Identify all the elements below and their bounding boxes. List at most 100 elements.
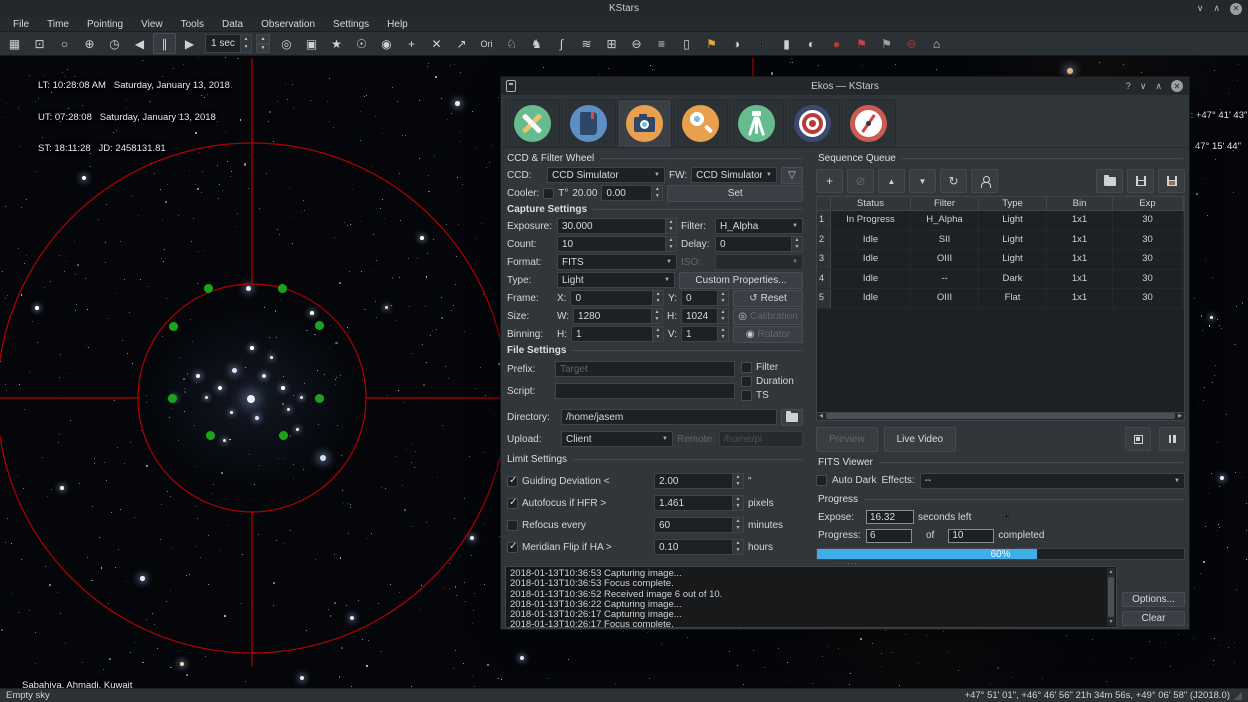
- menu-item[interactable]: Settings: [324, 17, 378, 32]
- autofocus-hfr-checkbox[interactable]: [507, 498, 518, 509]
- spinner-arrows[interactable]: ▲▼: [240, 35, 251, 52]
- menu-item[interactable]: File: [4, 17, 38, 32]
- column-header[interactable]: Status: [831, 197, 911, 210]
- sequence-row[interactable]: 5 Idle OIII Flat 1x1 30: [817, 289, 1184, 309]
- binning-v-spinbox[interactable]: 1 ▲▼: [681, 326, 729, 342]
- move-down-button[interactable]: ▼: [909, 169, 936, 193]
- scheduler-tab[interactable]: [561, 99, 616, 147]
- filter-manager-button[interactable]: ▽: [781, 167, 803, 184]
- delay-spinbox[interactable]: 0 ▲▼: [715, 236, 803, 252]
- menu-item[interactable]: View: [132, 17, 172, 32]
- save-sequence-button[interactable]: [1127, 169, 1154, 193]
- column-header[interactable]: Exp: [1113, 197, 1183, 210]
- effects-select[interactable]: --▼: [920, 473, 1185, 489]
- menu-item[interactable]: Time: [38, 17, 78, 32]
- sequence-row[interactable]: 3 Idle OIII Light 1x1 30: [817, 250, 1184, 270]
- night-vision-icon[interactable]: ⊕: [750, 33, 773, 54]
- solar-system-icon[interactable]: ☉: [350, 33, 373, 54]
- auto-dark-checkbox[interactable]: [816, 475, 827, 486]
- refocus-every-checkbox[interactable]: [507, 520, 518, 531]
- spinner-arrows[interactable]: ▲▼: [665, 237, 676, 251]
- frame-x-spinbox[interactable]: 0 ▲▼: [570, 290, 664, 306]
- whats-up-tonight-icon[interactable]: ⚑: [700, 33, 723, 54]
- prefix-ts-checkbox[interactable]: [741, 390, 752, 401]
- spinner-arrows[interactable]: ▲▼: [732, 474, 743, 488]
- size-w-spinbox[interactable]: 1280 ▲▼: [573, 308, 663, 324]
- time-step-spinbox[interactable]: 1 sec▲▼: [205, 34, 252, 53]
- prefix-filter-checkbox[interactable]: [741, 362, 752, 373]
- sequence-row[interactable]: 4 Idle -- Dark 1x1 30: [817, 270, 1184, 290]
- comets-icon[interactable]: ✕: [425, 33, 448, 54]
- spinner-arrows[interactable]: ▲▼: [652, 327, 663, 341]
- clear-log-button[interactable]: Clear: [1122, 611, 1185, 626]
- constellation-art2-icon[interactable]: ♞: [525, 33, 548, 54]
- count-spinbox[interactable]: 10 ▲▼: [557, 236, 677, 252]
- sequence-row[interactable]: 1 In Progress H_Alpha Light 1x1 30: [817, 211, 1184, 231]
- dome-icon[interactable]: ⌂: [925, 33, 948, 54]
- save-as-sequence-button[interactable]: [1158, 169, 1185, 193]
- gray-flag-icon[interactable]: ⚑: [875, 33, 898, 54]
- prefix-input[interactable]: Target: [555, 361, 735, 377]
- type-select[interactable]: Light▼: [557, 272, 675, 288]
- options-button[interactable]: Options...: [1122, 592, 1185, 607]
- ccd-select[interactable]: CCD Simulator▼: [547, 167, 665, 183]
- cooler-checkbox[interactable]: [543, 188, 554, 199]
- ekos-titlebar[interactable]: Ekos — KStars ? ∨ ∧ ✕: [501, 77, 1189, 95]
- exposure-spinbox[interactable]: 30.000 ▲▼: [557, 218, 677, 234]
- time-now-icon[interactable]: ◷: [103, 33, 126, 54]
- custom-properties-button[interactable]: Custom Properties...: [679, 272, 803, 289]
- upload-select[interactable]: Client▼: [561, 431, 673, 447]
- format-select[interactable]: FITS▼: [557, 254, 677, 270]
- spinner-arrows[interactable]: ▲▼: [732, 518, 743, 532]
- scroll-right-icon[interactable]: ▶: [1176, 413, 1184, 419]
- directory-input[interactable]: /home/jasem: [561, 409, 777, 425]
- script-input[interactable]: [555, 383, 735, 399]
- live-video-button[interactable]: Live Video: [884, 427, 957, 452]
- ekos-maximize-icon[interactable]: ∧: [1155, 81, 1162, 92]
- filter-select[interactable]: H_Alpha▼: [715, 218, 803, 234]
- column-header[interactable]: Filter: [911, 197, 979, 210]
- menu-item[interactable]: Data: [213, 17, 252, 32]
- pause-button[interactable]: [1159, 427, 1185, 451]
- temperature-setpoint-spinbox[interactable]: 0.00 ▲▼: [601, 185, 663, 201]
- guide-tab[interactable]: [841, 99, 896, 147]
- time-step-back-icon[interactable]: ◀: [128, 33, 151, 54]
- prefix-duration-checkbox[interactable]: [741, 376, 752, 387]
- reset-queue-button[interactable]: ↻: [940, 169, 967, 193]
- observer-button[interactable]: [971, 169, 998, 193]
- stars-toggle-icon[interactable]: ★: [325, 33, 348, 54]
- moon-phase-icon[interactable]: ◑: [725, 33, 748, 54]
- meridian-flip-checkbox[interactable]: [507, 542, 518, 553]
- setup-tab[interactable]: [505, 99, 560, 147]
- milky-way-icon[interactable]: ≋: [575, 33, 598, 54]
- supernovae-icon[interactable]: ∫: [550, 33, 573, 54]
- spinner-arrows[interactable]: ▲▼: [651, 309, 662, 323]
- open-sequence-button[interactable]: [1096, 169, 1123, 193]
- refocus-every-spinbox[interactable]: 60 ▲▼: [654, 517, 744, 533]
- sequence-hscrollbar[interactable]: ◀ ▶: [816, 413, 1185, 421]
- guiding-deviation-checkbox[interactable]: [507, 476, 518, 487]
- size-h-spinbox[interactable]: 1024 ▲▼: [681, 308, 729, 324]
- spinner-arrows[interactable]: ▲▼: [732, 496, 743, 510]
- column-header[interactable]: Bin: [1047, 197, 1113, 210]
- equatorial-grid-icon[interactable]: ⊞: [600, 33, 623, 54]
- log-output[interactable]: 2018-01-13T10:36:53 Capturing image...20…: [505, 566, 1117, 628]
- menu-item[interactable]: Tools: [172, 17, 213, 32]
- lock-telescope-icon[interactable]: ▮: [775, 33, 798, 54]
- color-scheme-icon[interactable]: ◐: [800, 33, 823, 54]
- ekos-close-icon[interactable]: ✕: [1171, 80, 1183, 92]
- stop-button[interactable]: [1125, 427, 1151, 451]
- spinner-arrows[interactable]: ▲▼: [652, 291, 663, 305]
- move-up-button[interactable]: ▲: [878, 169, 905, 193]
- time-info-box[interactable]: LT: 10:28:08 AM Saturday, January 13, 20…: [38, 60, 230, 176]
- geographic-icon[interactable]: ⊕: [78, 33, 101, 54]
- time-unit-stepper[interactable]: ▲▼: [256, 34, 270, 53]
- minimize-icon[interactable]: ∨: [1197, 3, 1204, 14]
- deep-sky-icon[interactable]: ◉: [375, 33, 398, 54]
- horizon-icon[interactable]: ⊖: [625, 33, 648, 54]
- frame-y-spinbox[interactable]: 0 ▲▼: [681, 290, 729, 306]
- capture-tab[interactable]: [617, 99, 672, 147]
- set-temperature-button[interactable]: Set: [667, 185, 803, 202]
- guiding-deviation-spinbox[interactable]: 2.00 ▲▼: [654, 473, 744, 489]
- constellation-art-icon[interactable]: ♘: [500, 33, 523, 54]
